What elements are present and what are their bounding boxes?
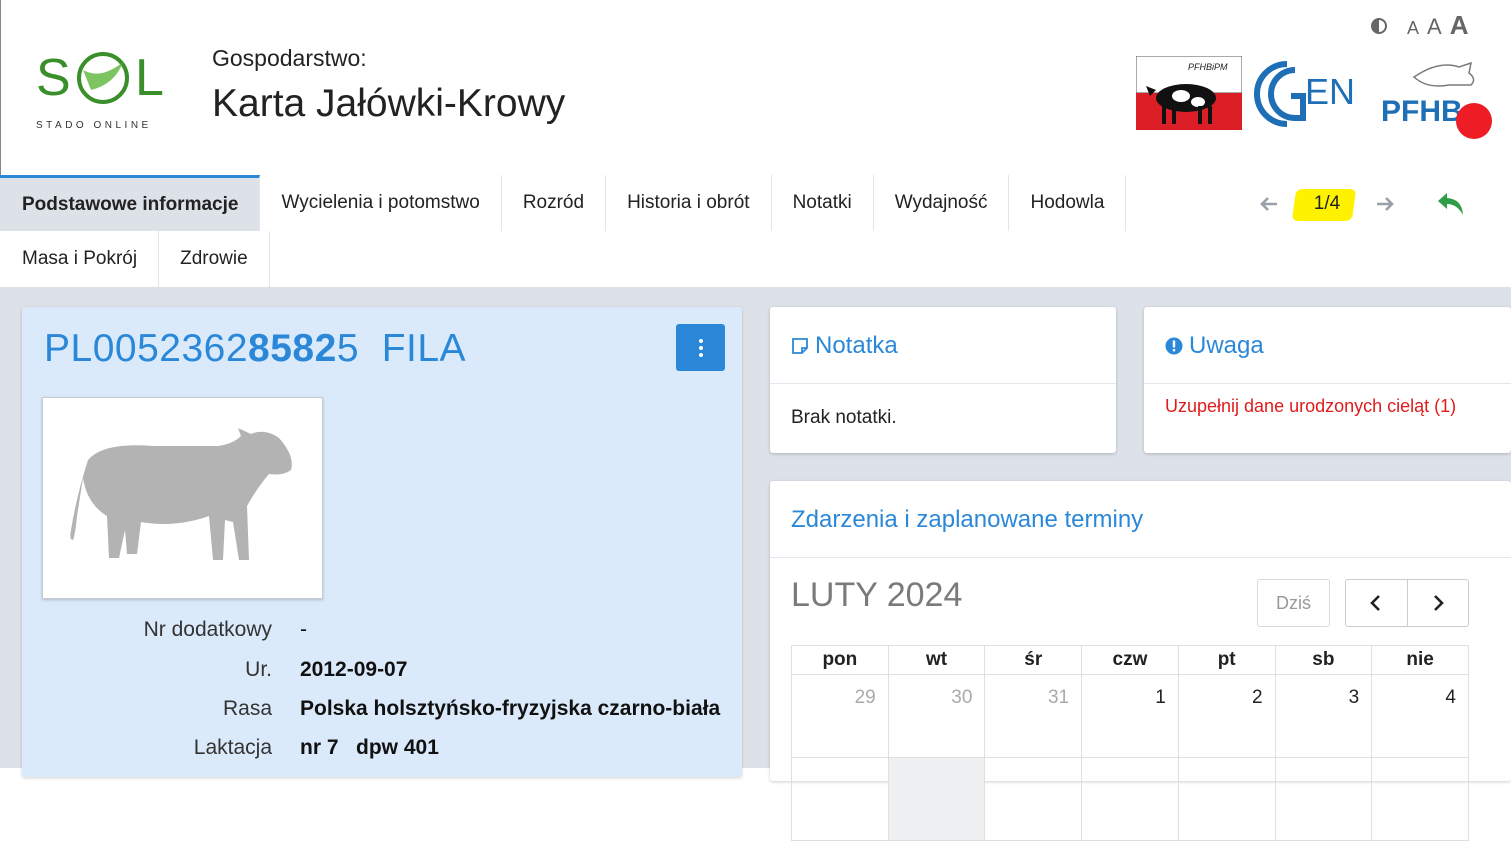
animal-photo-placeholder[interactable]: [42, 397, 323, 599]
weekday-header: czw: [1081, 645, 1179, 675]
cgen-logo: EN: [1254, 61, 1355, 127]
calendar-grid: pon wt śr czw pt sb nie 29 30 31 1 2 3 4: [791, 645, 1469, 841]
tab-basic-info[interactable]: Podstawowe informacje: [0, 175, 261, 231]
cow-silhouette-icon: [70, 428, 292, 560]
note-title: Notatka: [791, 332, 898, 360]
calendar-day[interactable]: [1274, 757, 1373, 841]
calendar-day[interactable]: 1: [1081, 674, 1179, 758]
sticky-note-icon: [792, 338, 808, 354]
calendar-day[interactable]: 29: [791, 674, 889, 758]
calendar-day[interactable]: [1081, 757, 1179, 841]
contrast-icon[interactable]: [1371, 17, 1387, 34]
animal-id: PL005236285825 FILA: [44, 327, 466, 371]
more-options-button[interactable]: [676, 324, 725, 371]
font-size-medium-button[interactable]: A: [1427, 14, 1442, 40]
calendar-nav: [1345, 579, 1469, 627]
weekday-header: pt: [1177, 645, 1276, 675]
calendar-day[interactable]: [791, 757, 889, 841]
previous-record-button[interactable]: [1256, 191, 1282, 217]
calendar-month-title: LUTY 2024: [791, 576, 963, 614]
page-title: Karta Jałówki-Krowy: [212, 82, 566, 125]
app-header: A A A S L STADO ONLINE Gospodarstwo: Kar…: [0, 0, 1511, 175]
animal-card: PL005236285825 FILA Nr dodatkowy - Ur. 2…: [22, 307, 742, 777]
info-row-lactation: Laktacja nr 7 dpw 401: [193, 736, 439, 759]
farm-label: Gospodarstwo:: [212, 45, 367, 71]
weekday-header: pon: [791, 645, 889, 675]
logo-caption: STADO ONLINE: [36, 120, 152, 131]
calendar-day[interactable]: 4: [1371, 674, 1469, 758]
tab-reproduction[interactable]: Rozród: [501, 175, 607, 231]
font-size-small-button[interactable]: A: [1407, 18, 1419, 39]
weekday-header: śr: [984, 645, 1083, 675]
calendar-day[interactable]: 3: [1274, 674, 1373, 758]
tab-row-2: Masa i Pokrój Zdrowie: [0, 231, 270, 287]
svg-text:S: S: [36, 49, 71, 107]
arrow-left-icon: [1260, 197, 1277, 211]
divider: [770, 557, 1511, 558]
animal-name: FILA: [381, 327, 467, 370]
divider: [770, 383, 1116, 384]
exclamation-circle-icon: [1165, 337, 1183, 355]
svg-text:EN: EN: [1305, 71, 1355, 112]
tab-calvings[interactable]: Wycielenia i potomstwo: [260, 175, 502, 231]
events-title: Zdarzenia i zaplanowane terminy: [791, 506, 1144, 533]
accessibility-controls: A A A: [1371, 10, 1468, 41]
calendar-day[interactable]: [984, 757, 1083, 841]
calendar-prev-button[interactable]: [1346, 580, 1407, 626]
svg-text:PFHB: PFHB: [1381, 95, 1463, 128]
alert-card: Uwaga Uzupełnij dane urodzonych cieląt (…: [1144, 307, 1511, 453]
tab-health[interactable]: Zdrowie: [159, 231, 270, 287]
next-record-button[interactable]: [1372, 191, 1398, 217]
note-card: Notatka Brak notatki.: [770, 307, 1116, 453]
notification-dot: [1456, 103, 1492, 139]
calendar-day[interactable]: 2: [1177, 674, 1276, 758]
note-text: Brak notatki.: [791, 407, 897, 428]
calendar-day[interactable]: [1177, 757, 1276, 841]
animal-id-suffix: 5: [336, 327, 360, 370]
font-size-large-button[interactable]: A: [1450, 10, 1469, 41]
calendar-day[interactable]: [1371, 757, 1469, 841]
animal-id-emphasis: 8582: [248, 327, 337, 370]
record-counter-text: 1/4: [1313, 193, 1341, 214]
tab-breeding[interactable]: Hodowla: [1009, 175, 1127, 231]
chevron-right-icon: [1433, 595, 1444, 611]
partner-logo-text: PFHBiPM: [1188, 62, 1228, 72]
calendar-day[interactable]: 30: [887, 674, 986, 758]
info-row-extra-number: Nr dodatkowy -: [143, 618, 307, 641]
reply-back-icon[interactable]: [1435, 189, 1467, 219]
record-counter: 1/4: [1282, 189, 1372, 221]
info-row-birth-date: Ur. 2012-09-07: [245, 658, 408, 681]
kebab-menu-icon: [698, 338, 703, 343]
events-card: Zdarzenia i zaplanowane terminy LUTY 202…: [770, 481, 1511, 841]
tab-row-1: Podstawowe informacje Wycielenia i potom…: [0, 175, 1127, 231]
calendar-day[interactable]: 31: [984, 674, 1083, 758]
record-pager: 1/4: [1256, 189, 1398, 221]
arrow-right-icon: [1377, 197, 1394, 211]
chevron-left-icon: [1370, 595, 1381, 611]
info-row-breed: Rasa Polska holsztyńsko-fryzyjska czarno…: [222, 697, 721, 720]
tab-notes[interactable]: Notatki: [771, 175, 874, 231]
today-button[interactable]: Dziś: [1257, 579, 1330, 627]
weekday-header: sb: [1274, 645, 1373, 675]
tab-performance[interactable]: Wydajność: [873, 175, 1010, 231]
tab-bar: Podstawowe informacje Wycielenia i potom…: [0, 175, 1511, 287]
alert-message-link[interactable]: Uzupełnij dane urodzonych cieląt (1): [1165, 392, 1485, 420]
main-content: PL005236285825 FILA Nr dodatkowy - Ur. 2…: [0, 287, 1511, 841]
animal-id-prefix: PL0052362: [44, 327, 249, 370]
divider: [1144, 383, 1511, 384]
calendar-next-button[interactable]: [1406, 580, 1469, 626]
alert-title: Uwaga: [1165, 332, 1264, 360]
svg-text:L: L: [135, 49, 164, 107]
weekday-header: nie: [1371, 645, 1469, 675]
weekday-header: wt: [887, 645, 986, 675]
tab-weight-conformation[interactable]: Masa i Pokrój: [0, 231, 160, 287]
calendar-day[interactable]: [887, 757, 986, 841]
pfhbipm-flag-logo: PFHBiPM: [1136, 56, 1242, 130]
tab-history[interactable]: Historia i obrót: [606, 175, 772, 231]
sol-logo[interactable]: S L: [31, 40, 191, 132]
